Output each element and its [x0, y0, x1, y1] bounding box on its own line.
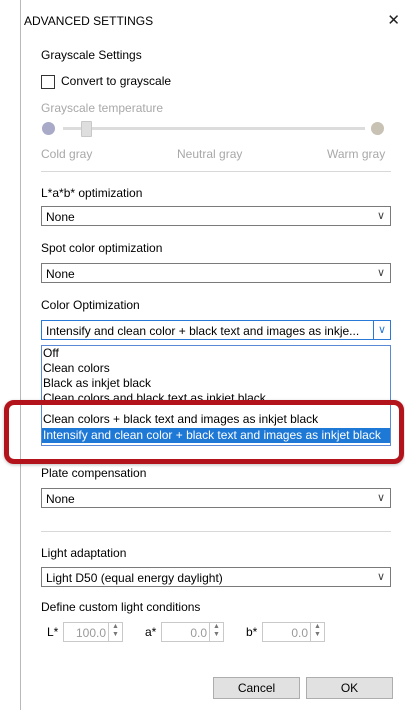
stepper-arrows-icon[interactable]: ▲ ▼ — [108, 623, 122, 641]
warm-gray-label: Warm gray — [327, 147, 386, 161]
stepper-arrows-icon[interactable]: ▲ ▼ — [209, 623, 223, 641]
cancel-button[interactable]: Cancel — [213, 677, 300, 699]
a-star-label: a* — [145, 625, 157, 639]
cold-gray-label: Cold gray — [41, 147, 93, 161]
cold-gray-swatch — [42, 122, 55, 135]
separator — [41, 171, 391, 172]
list-item[interactable]: Clean colors — [42, 361, 390, 376]
grayscale-temperature-label: Grayscale temperature — [41, 101, 164, 115]
dropdown-toggle[interactable]: ∨ — [373, 320, 391, 340]
close-icon[interactable]: ✕ — [387, 11, 400, 29]
list-item[interactable]: Black as inkjet black — [42, 376, 390, 391]
list-item[interactable]: Clean colors + black text and images as … — [42, 412, 390, 427]
b-star-stepper[interactable]: 0.0 ▲ ▼ — [262, 622, 325, 642]
plate-compensation-label: Plate compensation — [41, 466, 147, 480]
b-star-label: b* — [246, 625, 258, 639]
color-optimization-label: Color Optimization — [41, 298, 140, 312]
l-star-label: L* — [47, 625, 59, 639]
lab-optimization-select[interactable]: None ∨ — [41, 206, 391, 226]
advanced-settings-dialog: ADVANCED SETTINGS ✕ Grayscale Settings C… — [20, 0, 405, 710]
spot-color-select[interactable]: None ∨ — [41, 263, 391, 283]
color-optimization-value: Intensify and clean color + black text a… — [46, 324, 360, 338]
neutral-gray-label: Neutral gray — [177, 147, 243, 161]
temperature-slider-thumb[interactable] — [81, 121, 92, 137]
a-star-stepper[interactable]: 0.0 ▲ ▼ — [161, 622, 224, 642]
color-optimization-listbox[interactable]: Off Clean colors Black as inkjet black C… — [41, 345, 391, 446]
chevron-down-icon: ∨ — [376, 210, 385, 222]
temperature-slider-track[interactable] — [63, 127, 365, 130]
lab-optimization-value: None — [46, 210, 75, 224]
color-optimization-select[interactable]: Intensify and clean color + black text a… — [41, 320, 391, 340]
separator — [41, 531, 391, 532]
list-item[interactable]: Off — [42, 346, 390, 361]
warm-gray-swatch — [371, 122, 384, 135]
chevron-down-icon: ∨ — [376, 571, 385, 583]
stepper-arrows-icon[interactable]: ▲ ▼ — [310, 623, 324, 641]
grayscale-section-title: Grayscale Settings — [41, 48, 142, 62]
light-adaptation-label: Light adaptation — [41, 546, 127, 560]
spot-color-label: Spot color optimization — [41, 241, 163, 255]
title-bar: ADVANCED SETTINGS ✕ — [21, 0, 405, 40]
l-star-stepper[interactable]: 100.0 ▲ ▼ — [63, 622, 123, 642]
chevron-down-icon: ∨ — [376, 267, 385, 279]
lab-optimization-label: L*a*b* optimization — [41, 186, 143, 200]
custom-light-label: Define custom light conditions — [41, 600, 201, 614]
spot-color-value: None — [46, 267, 75, 281]
light-adaptation-select[interactable]: Light D50 (equal energy daylight) ∨ — [41, 567, 391, 587]
convert-grayscale-checkbox[interactable] — [41, 75, 55, 89]
chevron-down-icon: ∨ — [376, 492, 385, 504]
convert-grayscale-label: Convert to grayscale — [61, 74, 172, 88]
list-item-selected[interactable]: Intensify and clean color + black text a… — [42, 428, 390, 443]
ok-button[interactable]: OK — [306, 677, 393, 699]
dialog-title: ADVANCED SETTINGS — [24, 14, 154, 28]
plate-compensation-value: None — [46, 492, 75, 506]
plate-compensation-select[interactable]: None ∨ — [41, 488, 391, 508]
light-adaptation-value: Light D50 (equal energy daylight) — [46, 571, 223, 585]
list-item[interactable]: Clean colors and black text as inkjet bl… — [42, 391, 390, 406]
chevron-down-icon: ∨ — [378, 324, 387, 336]
